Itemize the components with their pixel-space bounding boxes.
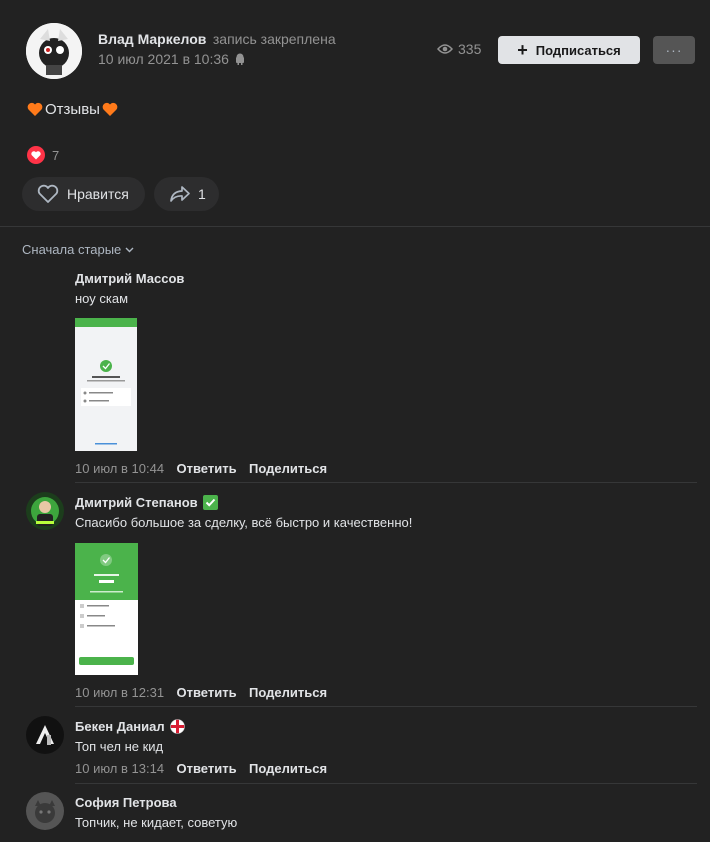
- comment-text: Спасибо большое за сделку, всё быстро и …: [75, 515, 413, 530]
- more-icon: ···: [665, 42, 683, 58]
- orange-heart-icon: [102, 102, 118, 117]
- comment-date[interactable]: 10 июл в 13:14: [75, 761, 164, 776]
- reactions-summary[interactable]: 7: [27, 146, 59, 164]
- reply-link[interactable]: Ответить: [177, 461, 237, 476]
- comment-date[interactable]: 10 июл в 12:31: [75, 685, 164, 700]
- orange-heart-icon: [27, 102, 43, 117]
- comment-attachment-image[interactable]: [75, 543, 138, 675]
- post-author-line: Влад Маркелов запись закреплена: [98, 31, 336, 49]
- comment-author-line: Дмитрий Степанов: [75, 495, 218, 510]
- author-avatar[interactable]: [26, 23, 82, 79]
- england-flag-icon: [169, 719, 185, 734]
- post-text-content: Отзывы: [45, 101, 100, 118]
- comment-meta: 10 июл в 12:31 Ответить Поделиться: [75, 684, 327, 702]
- comment-divider: [75, 706, 697, 707]
- commenter-avatar[interactable]: [26, 792, 64, 830]
- comments-sort-label: Сначала старые: [22, 242, 122, 257]
- views-counter: 335: [437, 41, 481, 57]
- pinned-label: запись закреплена: [212, 31, 336, 47]
- comment-attachment-image[interactable]: [75, 318, 137, 451]
- like-button[interactable]: Нравится: [22, 177, 145, 211]
- subscribe-button[interactable]: + Подписаться: [498, 36, 640, 64]
- share-link[interactable]: Поделиться: [249, 461, 327, 476]
- comment-divider: [75, 482, 697, 483]
- comment-divider: [75, 783, 697, 784]
- comment-text: Топчик, не кидает, советую: [75, 815, 238, 830]
- reply-link[interactable]: Ответить: [177, 761, 237, 776]
- check-badge-icon: [202, 495, 218, 510]
- post-divider: [0, 226, 710, 227]
- comment-author[interactable]: Дмитрий Степанов: [75, 495, 198, 510]
- android-icon: [235, 53, 245, 65]
- comment-author[interactable]: Бекен Даниал: [75, 719, 165, 734]
- comment-text: ноу скам: [75, 291, 129, 306]
- comment-author-line: Бекен Даниал: [75, 719, 185, 734]
- comment-meta: 10 июл в 13:14 Ответить Поделиться: [75, 760, 327, 778]
- share-link[interactable]: Поделиться: [249, 761, 327, 776]
- commenter-avatar[interactable]: [26, 492, 64, 530]
- post-author-name[interactable]: Влад Маркелов: [98, 31, 206, 47]
- comment-author[interactable]: Дмитрий Массов: [75, 271, 184, 286]
- comment-text: Топ чел не кид: [75, 739, 164, 754]
- heart-outline-icon: [37, 184, 59, 204]
- comment-meta: 10 июл в 10:44 Ответить Поделиться: [75, 460, 327, 478]
- commenter-avatar[interactable]: [26, 716, 64, 754]
- share-button[interactable]: 1: [154, 177, 219, 211]
- views-count: 335: [458, 41, 482, 57]
- reactions-count: 7: [52, 147, 60, 163]
- post-text: Отзывы: [27, 101, 118, 118]
- heart-reaction-icon: [27, 146, 45, 164]
- plus-icon: +: [517, 40, 528, 60]
- post-date[interactable]: 10 июл 2021 в 10:36: [98, 51, 229, 67]
- comment-author[interactable]: София Петрова: [75, 795, 177, 810]
- like-label: Нравится: [67, 186, 129, 202]
- more-button[interactable]: ···: [653, 36, 695, 64]
- reply-link[interactable]: Ответить: [177, 685, 237, 700]
- share-link[interactable]: Поделиться: [249, 685, 327, 700]
- share-icon: [169, 185, 191, 203]
- comments-sort-dropdown[interactable]: Сначала старые: [22, 242, 134, 257]
- eye-icon: [437, 43, 453, 55]
- post-date-line: 10 июл 2021 в 10:36: [98, 51, 245, 67]
- comment-date[interactable]: 10 июл в 10:44: [75, 461, 164, 476]
- share-count: 1: [198, 186, 206, 202]
- subscribe-label: Подписаться: [535, 42, 621, 58]
- chevron-down-icon: [125, 247, 134, 253]
